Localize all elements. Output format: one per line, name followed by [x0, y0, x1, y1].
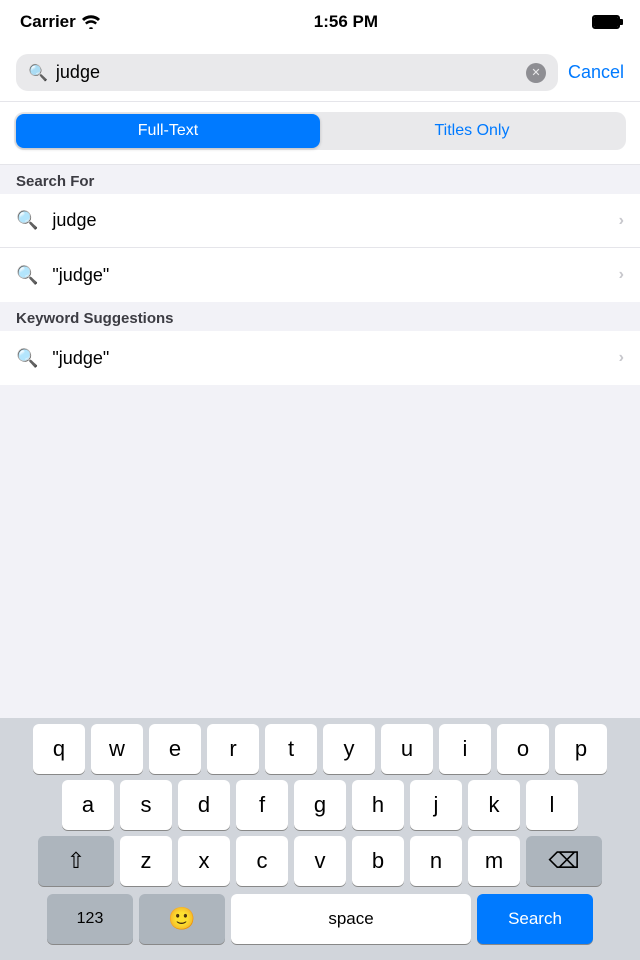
segment-fulltext[interactable]: Full-Text [16, 114, 320, 148]
key-j[interactable]: j [410, 780, 462, 830]
key-q[interactable]: q [33, 724, 85, 774]
search-for-header: Search For [0, 165, 640, 194]
key-u[interactable]: u [381, 724, 433, 774]
keyboard-row-1: q w e r t y u i o p [0, 718, 640, 774]
key-z[interactable]: z [120, 836, 172, 886]
key-emoji[interactable]: 🙂 [139, 894, 225, 944]
key-o[interactable]: o [497, 724, 549, 774]
key-a[interactable]: a [62, 780, 114, 830]
search-input-wrap: 🔍 [16, 54, 558, 91]
result-text-judge: judge [52, 210, 618, 231]
key-f[interactable]: f [236, 780, 288, 830]
keyboard-row-3: ⇧ z x c v b n m ⌫ [0, 830, 640, 886]
key-r[interactable]: r [207, 724, 259, 774]
key-g[interactable]: g [294, 780, 346, 830]
key-w[interactable]: w [91, 724, 143, 774]
key-x[interactable]: x [178, 836, 230, 886]
key-c[interactable]: c [236, 836, 288, 886]
key-p[interactable]: p [555, 724, 607, 774]
chevron-icon-1: › [619, 212, 624, 230]
key-t[interactable]: t [265, 724, 317, 774]
key-s[interactable]: s [120, 780, 172, 830]
cancel-button[interactable]: Cancel [568, 62, 624, 83]
key-m[interactable]: m [468, 836, 520, 886]
key-i[interactable]: i [439, 724, 491, 774]
search-input[interactable] [56, 62, 518, 83]
keyword-list: 🔍 "judge" › [0, 331, 640, 385]
chevron-icon-3: › [619, 349, 624, 367]
key-backspace[interactable]: ⌫ [526, 836, 602, 886]
search-for-list: 🔍 judge › 🔍 "judge" › [0, 194, 640, 302]
key-space[interactable]: space [231, 894, 471, 944]
keyword-suggestions-header: Keyword Suggestions [0, 302, 640, 331]
key-123[interactable]: 123 [47, 894, 133, 944]
carrier-wifi: Carrier [20, 12, 100, 32]
search-icon-2: 🔍 [16, 265, 38, 286]
segment-control: Full-Text Titles Only [0, 102, 640, 165]
result-text-judge-quoted: "judge" [52, 265, 618, 286]
key-h[interactable]: h [352, 780, 404, 830]
key-b[interactable]: b [352, 836, 404, 886]
key-v[interactable]: v [294, 836, 346, 886]
search-icon-1: 🔍 [16, 210, 38, 231]
key-d[interactable]: d [178, 780, 230, 830]
keyword-text-judge: "judge" [52, 348, 618, 369]
keyboard-row-2: a s d f g h j k l [0, 774, 640, 830]
search-icon-3: 🔍 [16, 348, 38, 369]
status-time: 1:56 PM [314, 12, 378, 32]
segment-inner: Full-Text Titles Only [14, 112, 626, 150]
search-bar: 🔍 Cancel [0, 44, 640, 102]
key-y[interactable]: y [323, 724, 375, 774]
keyword-item-judge[interactable]: 🔍 "judge" › [0, 331, 640, 385]
segment-titlesonly[interactable]: Titles Only [320, 114, 624, 148]
key-n[interactable]: n [410, 836, 462, 886]
key-search[interactable]: Search [477, 894, 593, 944]
result-item-judge-quoted[interactable]: 🔍 "judge" › [0, 248, 640, 302]
search-icon: 🔍 [28, 63, 48, 83]
battery-fill [594, 17, 618, 27]
carrier-label: Carrier [20, 12, 76, 32]
chevron-icon-2: › [619, 266, 624, 284]
clear-button[interactable] [526, 63, 546, 83]
battery-container [592, 15, 620, 29]
key-l[interactable]: l [526, 780, 578, 830]
wifi-icon [82, 15, 100, 29]
key-shift[interactable]: ⇧ [38, 836, 114, 886]
key-e[interactable]: e [149, 724, 201, 774]
result-item-judge[interactable]: 🔍 judge › [0, 194, 640, 248]
keyboard-bottom-row: 123 🙂 space Search [0, 886, 640, 960]
key-k[interactable]: k [468, 780, 520, 830]
keyboard: q w e r t y u i o p a s d f g h j k l ⇧ … [0, 718, 640, 960]
battery-icon [592, 15, 620, 29]
status-bar: Carrier 1:56 PM [0, 0, 640, 44]
